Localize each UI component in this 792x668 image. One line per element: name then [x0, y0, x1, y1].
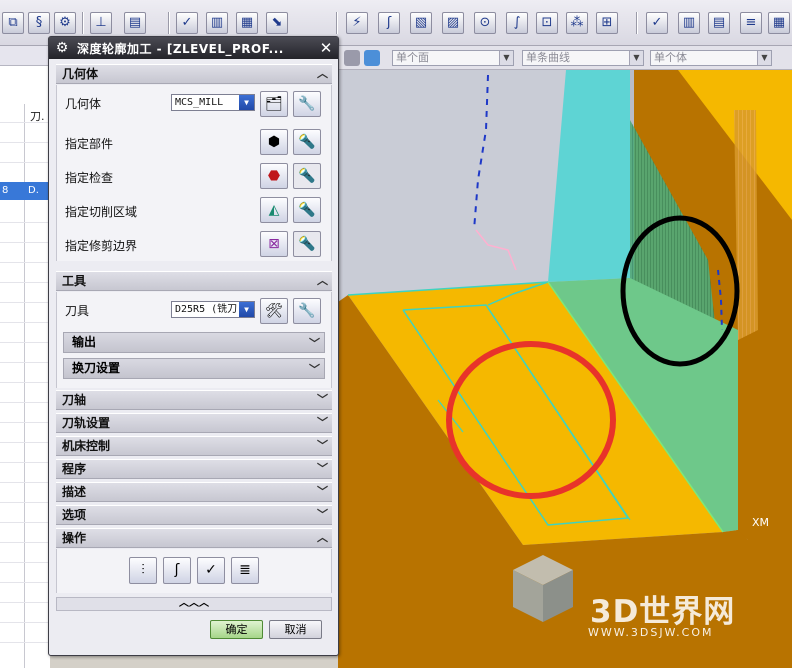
toolbar-icon-7[interactable]: ▥ [206, 12, 228, 34]
verify-icon[interactable]: ▨ [442, 12, 464, 34]
ok-button[interactable]: 确定 [210, 620, 263, 639]
collapse-more-icon[interactable]: ︿︿︿ [56, 597, 332, 611]
graphics-viewport[interactable]: XM Z [338, 70, 792, 668]
new-geometry-icon[interactable]: 🗂 [260, 91, 288, 117]
section-geometry[interactable]: 几何体 ︿ [56, 64, 332, 84]
trim-boundary-label: 指定修剪边界 [65, 239, 138, 253]
display-icon[interactable]: ⊡ [536, 12, 558, 34]
selection-filter-bar: 单个面 ▼ 单条曲线 ▼ 单个体 ▼ [338, 46, 792, 70]
toolbar-icon-9[interactable]: ⬊ [266, 12, 288, 34]
chevron-up-icon: ︿ [317, 274, 328, 287]
layer-icon[interactable]: ⁂ [566, 12, 588, 34]
section-operation[interactable]: 操作 ︿ [56, 528, 332, 548]
select-cut-area-icon[interactable]: ◭ [260, 197, 288, 223]
section-machine-control[interactable]: 机床控制 ﹀ [56, 436, 332, 456]
curve-icon[interactable]: ∫ [506, 12, 528, 34]
zlevel-profile-dialog: ⚙ 深度轮廓加工 - [ZLEVEL_PROF... ✕ 几何体 ︿ 几何体 MC… [48, 36, 339, 656]
chevron-down-icon: ﹀ [317, 508, 328, 521]
geometry-body: 几何体 MCS_MILL ▼ 🗂 🔧 指定部件 ⬢ 🔦 指定检查 ⬣ 🔦 指定切削… [56, 85, 332, 261]
analysis-icon[interactable]: ⊞ [596, 12, 618, 34]
navigator-header [0, 46, 50, 66]
part-label: 指定部件 [65, 137, 114, 151]
watermark-url: WWW.3DSJW.COM [588, 626, 714, 639]
chevron-down-icon: ﹀ [317, 416, 328, 429]
toolbar-icon-3[interactable]: ⚙ [54, 12, 76, 34]
display-part-flashlight-icon[interactable]: 🔦 [293, 129, 321, 155]
part-model [338, 70, 792, 668]
chart-icon[interactable]: ▥ [678, 12, 700, 34]
chevron-down-icon: ﹀ [317, 393, 328, 406]
edit-tool-icon[interactable]: 🔧 [293, 298, 321, 324]
generate-toolpath-icon[interactable]: ⫶ [129, 557, 157, 584]
axis-label: XM [752, 516, 770, 529]
close-button[interactable]: ✕ [317, 39, 335, 57]
chevron-down-icon: ﹀ [317, 439, 328, 452]
operation-navigator: 刀. 8 D. [0, 46, 50, 668]
chevron-down-icon: ﹀ [317, 462, 328, 475]
tool-path-icon[interactable]: ⚡ [346, 12, 368, 34]
select-trim-boundary-icon[interactable]: ⊠ [260, 231, 288, 257]
edit-wrench-icon[interactable]: 🔧 [293, 91, 321, 117]
section-tool-axis[interactable]: 刀轴 ﹀ [56, 390, 332, 410]
tool-label: 刀具 [65, 304, 90, 318]
cancel-button[interactable]: 取消 [269, 620, 322, 639]
cut-area-label: 指定切削区域 [65, 205, 138, 219]
toolbar-icon-5[interactable]: ▤ [124, 12, 146, 34]
curve-filter-select[interactable]: 单条曲线 ▼ [522, 50, 644, 66]
check-label: 指定检查 [65, 171, 114, 185]
dialog-title: 深度轮廓加工 - [ZLEVEL_PROF... [77, 42, 284, 56]
bar-icon[interactable]: ▤ [708, 12, 730, 34]
output-subsection[interactable]: 输出 ﹀ [63, 332, 325, 353]
generate-icon[interactable]: ʃ [378, 12, 400, 34]
display-check-flashlight-icon: 🔦 [293, 163, 321, 189]
check-icon[interactable]: ✓ [646, 12, 668, 34]
face-filter-select[interactable]: 单个面 ▼ [392, 50, 514, 66]
gear-icon[interactable]: ⚙ [53, 39, 71, 57]
display-cut-area-flashlight-icon[interactable]: 🔦 [293, 197, 321, 223]
list-icon[interactable]: ≡ [740, 12, 762, 34]
select-part-icon[interactable]: ⬢ [260, 129, 288, 155]
section-program[interactable]: 程序 ﹀ [56, 459, 332, 479]
geometry-select[interactable]: MCS_MILL ▼ [171, 94, 255, 111]
toolbar-icon-6[interactable]: ✓ [176, 12, 198, 34]
more-icon[interactable]: ▦ [768, 12, 790, 34]
replay-icon[interactable]: ▧ [410, 12, 432, 34]
replay-toolpath-icon[interactable]: ʃ [163, 557, 191, 584]
verify-toolpath-icon[interactable]: ✓ [197, 557, 225, 584]
tool-change-subsection[interactable]: 换刀设置 ﹀ [63, 358, 325, 379]
chevron-down-icon: ﹀ [309, 363, 320, 376]
section-options[interactable]: 选项 ﹀ [56, 505, 332, 525]
section-path-settings[interactable]: 刀轨设置 ﹀ [56, 413, 332, 433]
tool-body: 刀具 D25R5 (铣刀 ▼ 🛠 🔧 输出 ﹀ 换刀设置 ﹀ [56, 292, 332, 388]
tool-select[interactable]: D25R5 (铣刀 ▼ [171, 301, 255, 318]
toolbar-icon-4[interactable]: ⊥ [90, 12, 112, 34]
toolbar-icon-1[interactable]: ⧉ [2, 12, 24, 34]
navigator-selected-row[interactable]: 8 D. [0, 182, 50, 200]
watermark-brand: 3D世界网 [590, 594, 736, 630]
chevron-up-icon: ︿ [317, 531, 328, 544]
chevron-down-icon: ﹀ [309, 337, 320, 350]
dialog-titlebar[interactable]: ⚙ 深度轮廓加工 - [ZLEVEL_PROF... ✕ [49, 37, 338, 59]
geometry-label: 几何体 [65, 97, 102, 111]
new-tool-icon[interactable]: 🛠 [260, 298, 288, 324]
toolbar-icon-8[interactable]: ▦ [236, 12, 258, 34]
section-tool[interactable]: 工具 ︿ [56, 271, 332, 291]
filter-solid-icon[interactable] [364, 50, 380, 66]
operation-body [56, 549, 332, 593]
filter-cube-icon[interactable] [344, 50, 360, 66]
chevron-down-icon: ﹀ [317, 485, 328, 498]
select-check-icon[interactable]: ⬣ [260, 163, 288, 189]
toolbar-icon-2[interactable]: § [28, 12, 50, 34]
section-description[interactable]: 描述 ﹀ [56, 482, 332, 502]
list-toolpath-icon[interactable]: ≣ [231, 557, 259, 584]
target-icon[interactable]: ⊙ [474, 12, 496, 34]
body-filter-select[interactable]: 单个体 ▼ [650, 50, 772, 66]
chevron-up-icon: ︿ [317, 67, 328, 80]
display-trim-flashlight-icon: 🔦 [293, 231, 321, 257]
